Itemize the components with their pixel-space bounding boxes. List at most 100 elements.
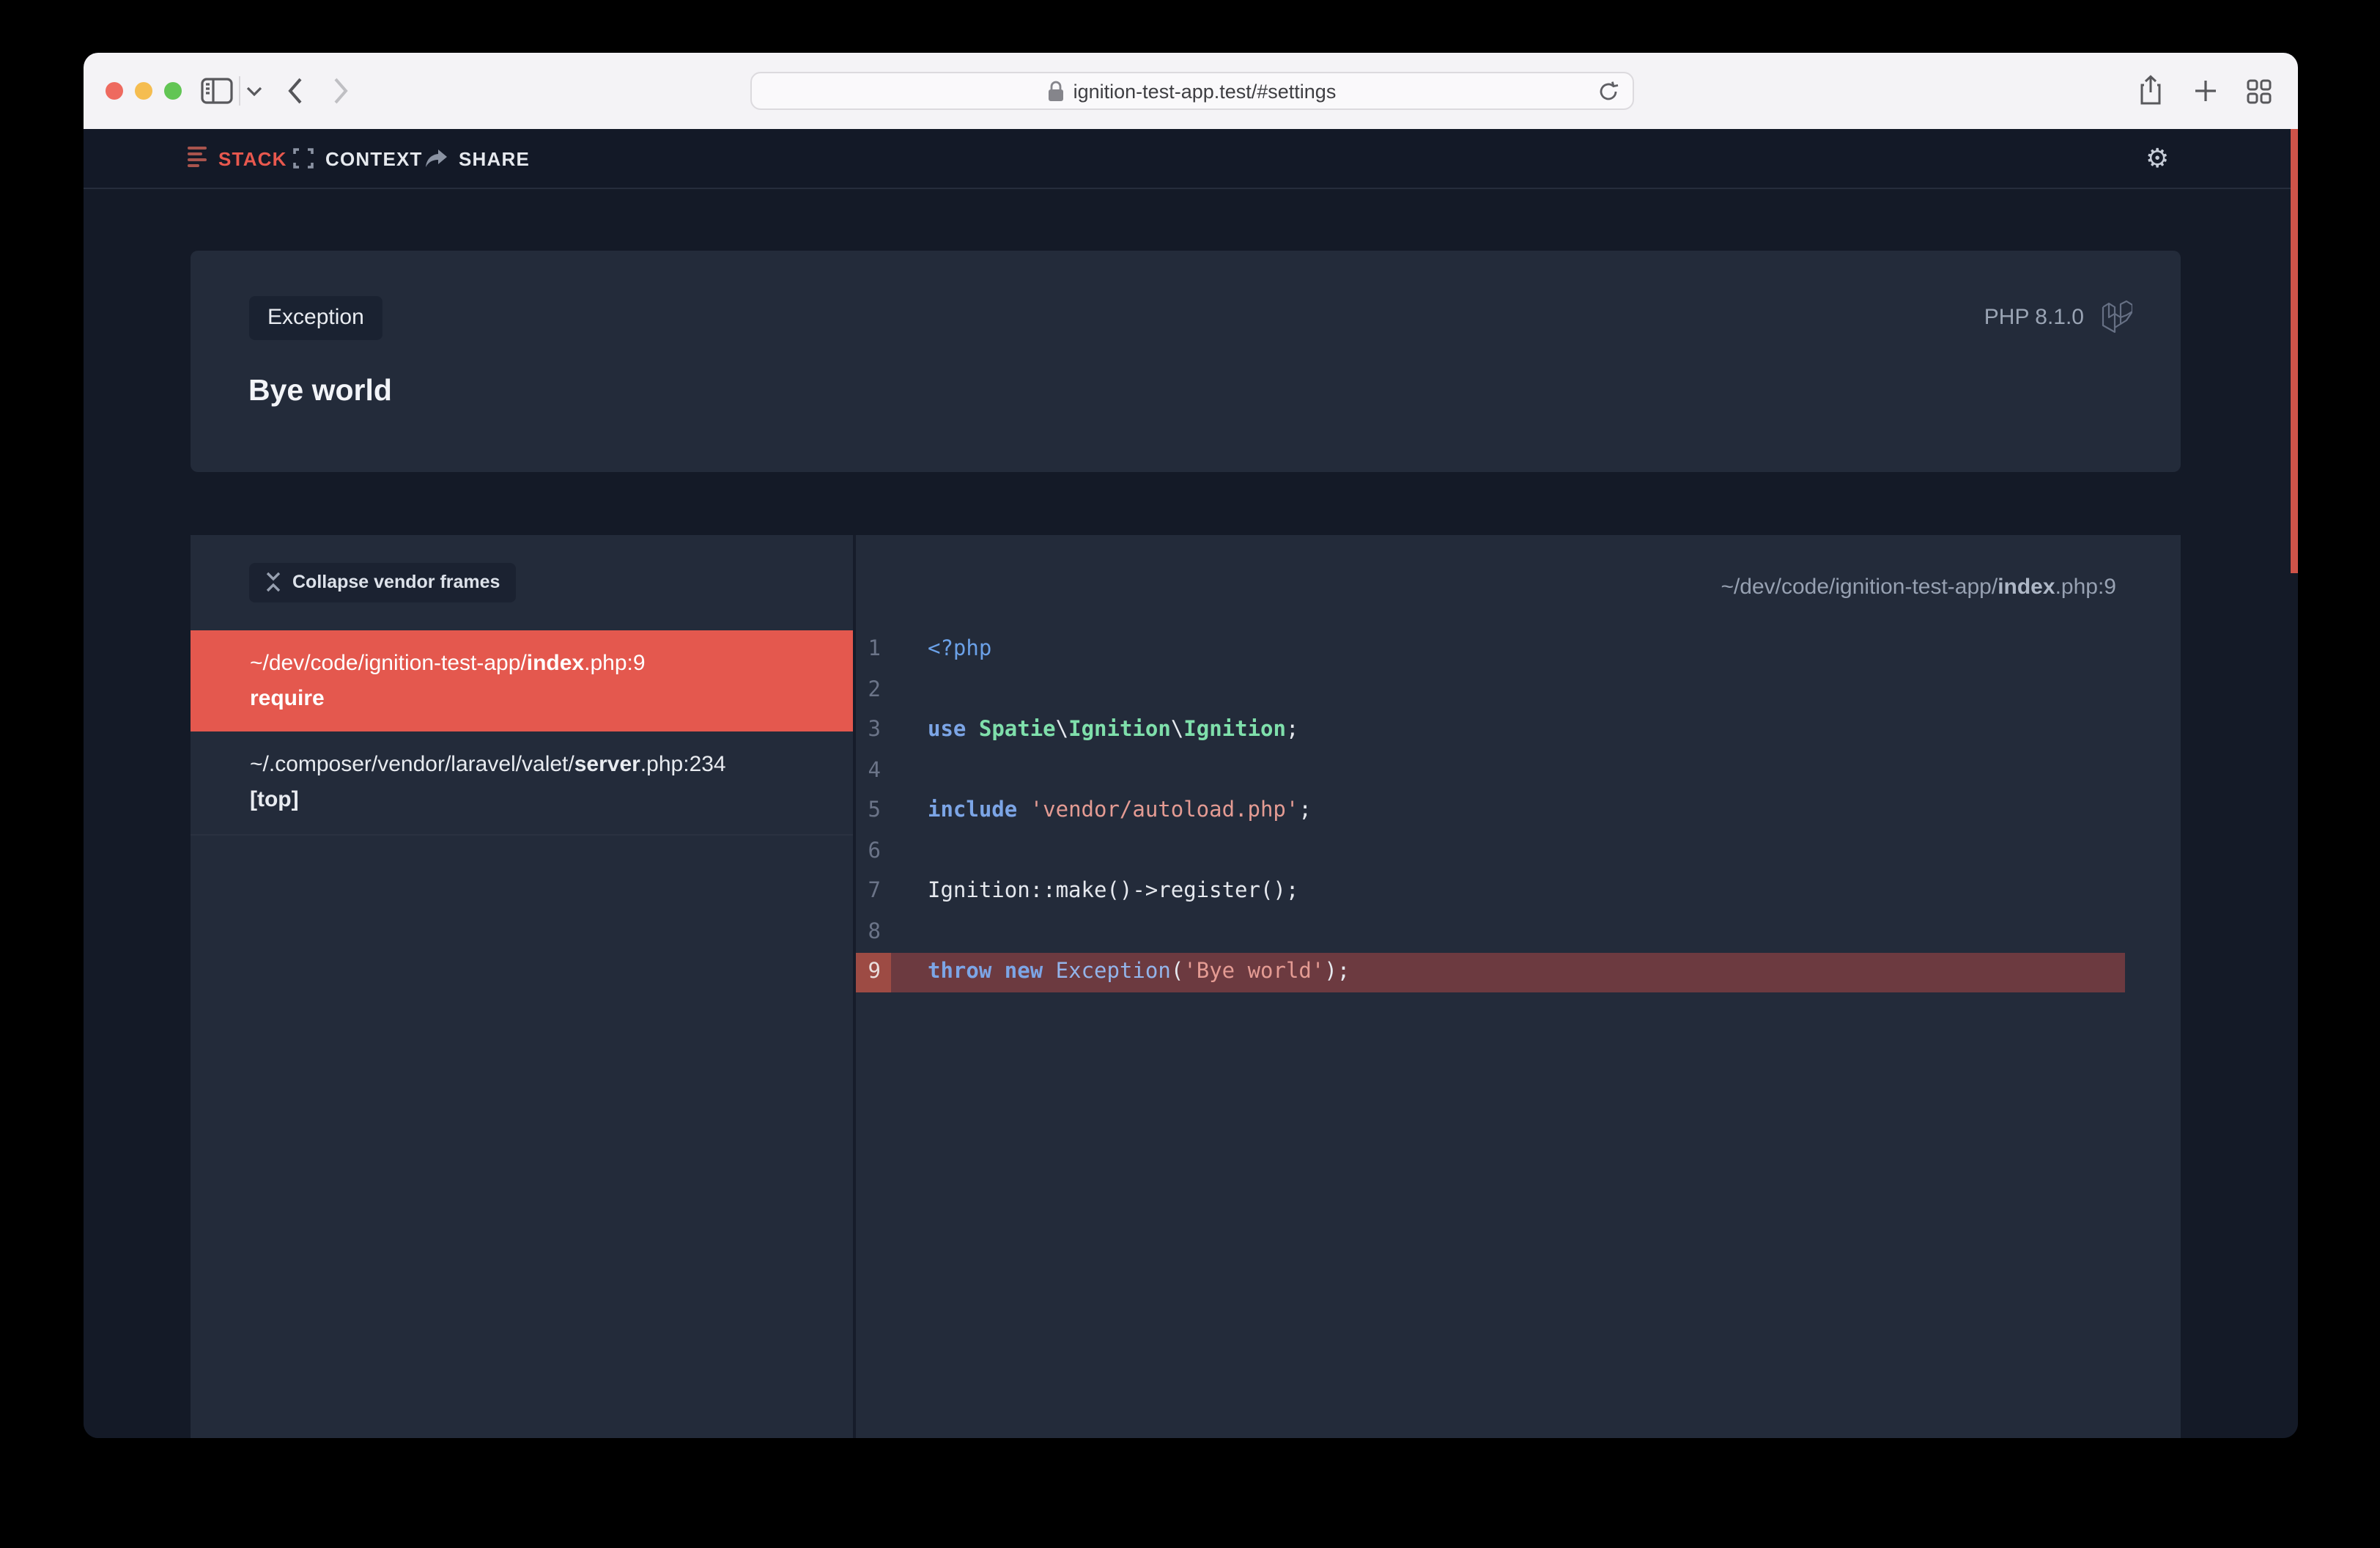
- code-token: [966, 719, 978, 742]
- code-text: [891, 751, 2125, 791]
- url-text: ignition-test-app.test/#settings: [1073, 80, 1337, 102]
- context-brackets-icon: [293, 148, 314, 169]
- code-token: Spatie: [979, 719, 1056, 742]
- code-text: throw new Exception('Bye world');: [891, 952, 2125, 992]
- line-number: 4: [856, 751, 891, 791]
- code-line: 5include 'vendor/autoload.php';: [856, 791, 2125, 831]
- close-window-button[interactable]: [106, 82, 123, 100]
- code-token: [991, 961, 1004, 984]
- code-token: Ignition::make()->register();: [928, 880, 1298, 904]
- screen: ignition-test-app.test/#settings: [0, 0, 2380, 1548]
- laravel-logo-icon: [2102, 301, 2132, 333]
- code-line: 7 Ignition::make()->register();: [856, 871, 2125, 912]
- code-token: [1043, 961, 1055, 984]
- stack-frame-active[interactable]: ~/dev/code/ignition-test-app/index.php:9…: [190, 630, 853, 731]
- new-tab-icon[interactable]: [2194, 79, 2217, 103]
- code-file-path: ~/dev/code/ignition-test-app/index.php:9: [1721, 574, 2116, 599]
- line-number: 1: [856, 630, 891, 670]
- php-version-group: PHP 8.1.0: [1984, 301, 2132, 333]
- ignition-page: STACK CONTEXT SHAR: [84, 129, 2298, 1438]
- code-text: include 'vendor/autoload.php';: [891, 791, 2125, 831]
- tab-context[interactable]: CONTEXT: [293, 129, 423, 188]
- code-token: Ignition: [1068, 719, 1171, 742]
- tab-share-label: SHARE: [459, 147, 530, 169]
- code-token: use: [928, 719, 966, 742]
- line-number: 7: [856, 871, 891, 912]
- exception-class-badge: Exception: [248, 296, 383, 340]
- line-number: 6: [856, 831, 891, 871]
- exception-message: Bye world: [248, 374, 392, 409]
- line-number: 2: [856, 670, 891, 710]
- code-lines: 1<?php23use Spatie\Ignition\Ignition;45i…: [856, 630, 2125, 992]
- frame-path: ~/dev/code/ignition-test-app/index.php:9: [250, 647, 829, 678]
- browser-window: ignition-test-app.test/#settings: [84, 53, 2298, 1438]
- frame-path: ~/.composer/vendor/laravel/valet/server.…: [250, 749, 829, 780]
- code-token: Exception: [1056, 961, 1171, 984]
- code-token: include: [928, 800, 1017, 823]
- settings-gear-icon[interactable]: ⚙: [2146, 142, 2169, 174]
- code-token: 'vendor/autoload.php': [1030, 800, 1299, 823]
- stack-trace-panel: Collapse vendor frames ~/dev/code/igniti…: [190, 534, 856, 1438]
- frame-method: [top]: [250, 784, 829, 815]
- code-token: 'Bye world': [1183, 961, 1324, 984]
- collapse-button-label: Collapse vendor frames: [292, 572, 500, 592]
- code-token: Ignition: [1183, 719, 1286, 742]
- minimize-window-button[interactable]: [135, 82, 152, 100]
- frame-method: require: [250, 682, 829, 713]
- code-line: 2: [856, 670, 2125, 710]
- debug-panels: Collapse vendor frames ~/dev/code/igniti…: [190, 534, 2181, 1438]
- code-token: [1017, 800, 1030, 823]
- code-token: new: [1005, 961, 1043, 984]
- code-token: \: [1171, 719, 1183, 742]
- code-text: <?php: [891, 630, 2125, 670]
- code-text: [891, 670, 2125, 710]
- code-line: 6: [856, 831, 2125, 871]
- collapse-icon: [265, 572, 281, 592]
- code-token: \: [1056, 719, 1068, 742]
- code-line: 3use Spatie\Ignition\Ignition;: [856, 710, 2125, 751]
- code-line: 8: [856, 912, 2125, 952]
- page-scrollbar-thumb[interactable]: [2291, 129, 2298, 573]
- php-version: PHP 8.1.0: [1984, 304, 2084, 329]
- forward-button-icon[interactable]: [333, 76, 350, 106]
- sidebar-chevron-down-icon[interactable]: [246, 86, 262, 97]
- browser-toolbar: ignition-test-app.test/#settings: [84, 53, 2298, 129]
- code-token: ;: [1298, 800, 1311, 823]
- code-token: (: [1171, 961, 1183, 984]
- tab-overview-icon[interactable]: [2247, 79, 2272, 104]
- code-line: 1 <?php: [856, 630, 2125, 670]
- code-text: use Spatie\Ignition\Ignition;: [891, 710, 2125, 751]
- frame-list: ~/dev/code/ignition-test-app/index.php:9…: [190, 630, 853, 835]
- tab-share[interactable]: SHARE: [425, 129, 530, 188]
- code-token: );: [1324, 961, 1350, 984]
- reload-icon[interactable]: [1597, 81, 1619, 103]
- code-token: <?php: [928, 638, 991, 662]
- code-text: [891, 912, 2125, 952]
- tab-stack-label: STACK: [218, 147, 287, 169]
- stack-lines-icon: [188, 147, 207, 170]
- zoom-window-button[interactable]: [164, 82, 182, 100]
- code-line: 4: [856, 751, 2125, 791]
- ignition-navbar: STACK CONTEXT SHAR: [84, 129, 2298, 189]
- back-button-icon[interactable]: [286, 76, 303, 106]
- code-text: [891, 831, 2125, 871]
- sidebar-toggle-icon[interactable]: [201, 78, 233, 104]
- share-arrow-icon: [425, 149, 447, 168]
- code-snippet-panel: ~/dev/code/ignition-test-app/index.php:9…: [856, 534, 2181, 1438]
- line-number: 3: [856, 710, 891, 751]
- code-token: ;: [1286, 719, 1298, 742]
- tab-context-label: CONTEXT: [325, 147, 423, 169]
- stack-frame[interactable]: ~/.composer/vendor/laravel/valet/server.…: [190, 731, 853, 835]
- collapse-vendor-frames-button[interactable]: Collapse vendor frames: [248, 562, 516, 602]
- line-number: 5: [856, 791, 891, 831]
- code-line: 9throw new Exception('Bye world');: [856, 952, 2125, 992]
- line-number: 9: [856, 952, 891, 992]
- toolbar-divider: [239, 76, 240, 106]
- lock-icon: [1049, 81, 1065, 101]
- code-token: throw: [928, 961, 991, 984]
- share-page-icon[interactable]: [2138, 75, 2163, 106]
- tab-stack[interactable]: STACK: [188, 129, 287, 188]
- line-number: 8: [856, 912, 891, 952]
- exception-card: Exception Bye world PHP 8.1.0: [190, 251, 2181, 472]
- address-bar[interactable]: ignition-test-app.test/#settings: [750, 72, 1634, 110]
